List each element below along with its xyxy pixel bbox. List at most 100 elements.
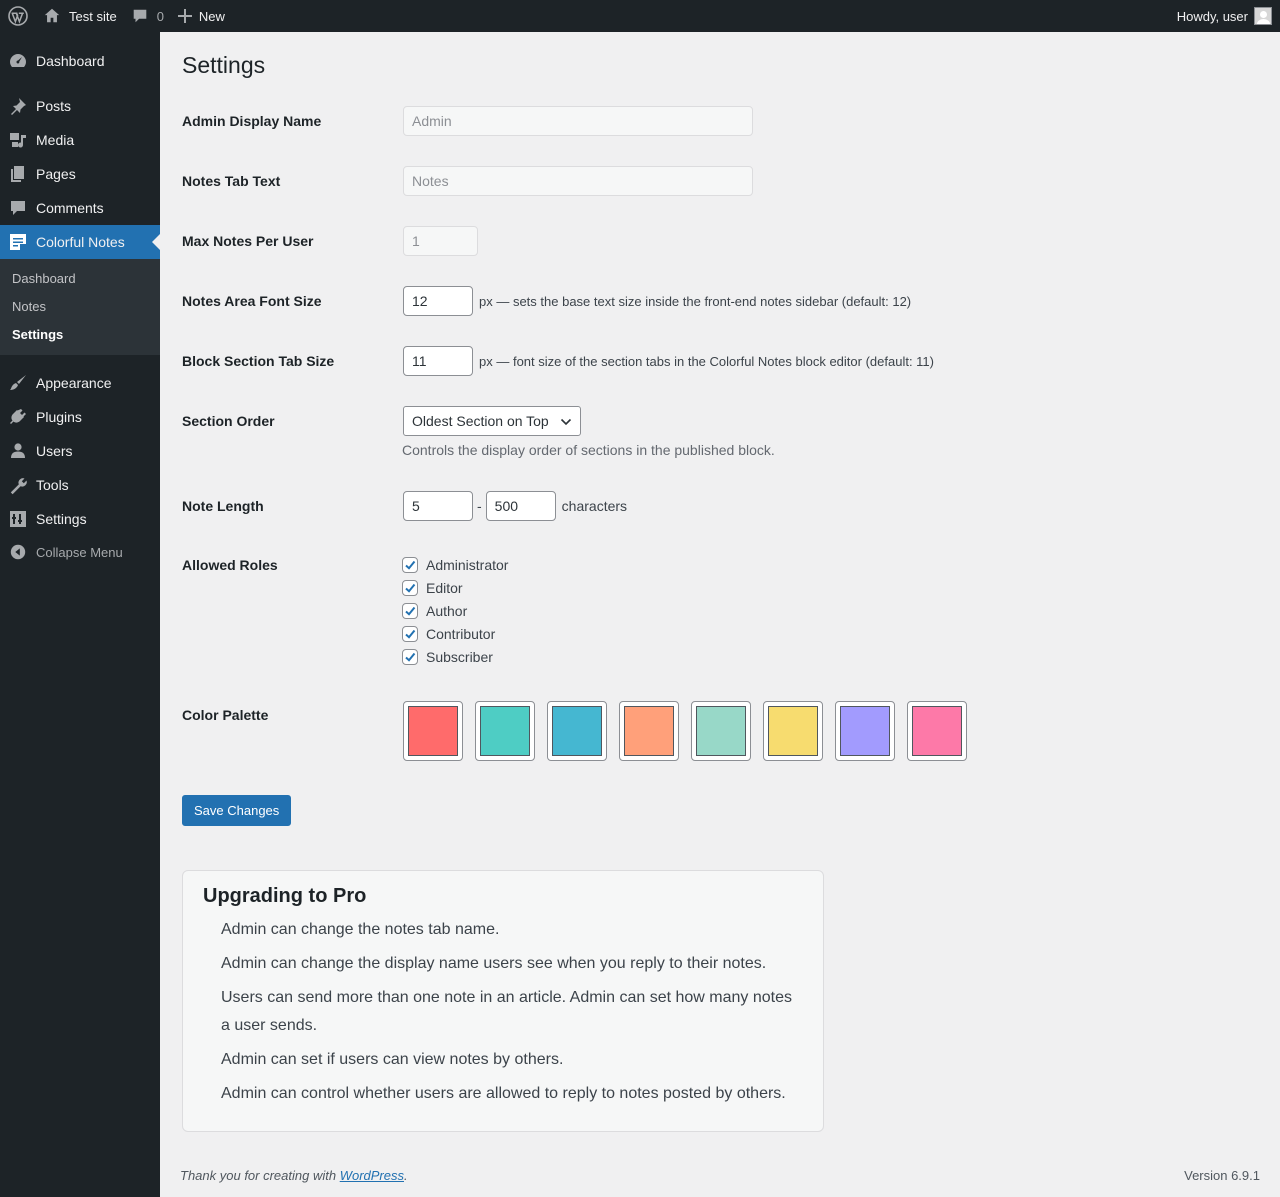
sidebar-item-posts[interactable]: Posts	[0, 89, 160, 123]
submenu-item-settings[interactable]: Settings	[12, 327, 63, 342]
role-contributor[interactable]: Contributor	[402, 622, 508, 645]
home-icon	[44, 8, 60, 23]
color-swatch[interactable]	[691, 701, 751, 761]
role-author[interactable]: Author	[402, 599, 508, 622]
checkbox-checked-icon[interactable]	[402, 556, 418, 573]
sidebar-item-settings[interactable]: Settings	[0, 502, 160, 536]
wordpress-link[interactable]: WordPress	[340, 1168, 404, 1183]
list-item: Admin can set if users can view notes by…	[221, 1051, 564, 1068]
list-item: Admin can control whether users are allo…	[221, 1085, 786, 1102]
sidebar-item-media[interactable]: Media	[0, 123, 160, 157]
color-swatch[interactable]	[403, 701, 463, 761]
sidebar-item-label: Dashboard	[36, 53, 105, 69]
color-swatch[interactable]	[907, 701, 967, 761]
collapse-menu-button[interactable]: Collapse Menu	[0, 541, 160, 563]
color-swatch-fill	[696, 706, 746, 756]
checkbox-checked-icon[interactable]	[402, 602, 418, 619]
pin-icon	[0, 96, 36, 116]
comments-count: 0	[156, 8, 164, 24]
color-swatch[interactable]	[547, 701, 607, 761]
tab-size-description: px — font size of the section tabs in th…	[479, 353, 934, 369]
note-length-min-input[interactable]: 5	[403, 491, 473, 521]
sidebar-item-label: Comments	[36, 200, 104, 216]
sidebar-item-users[interactable]: Users	[0, 434, 160, 468]
colorful-notes-submenu: Dashboard Notes Settings	[0, 259, 160, 355]
footer-thanks-suffix: .	[404, 1168, 408, 1183]
user-icon	[0, 441, 36, 461]
collapse-menu-label: Collapse Menu	[36, 544, 123, 560]
color-swatch[interactable]	[475, 701, 535, 761]
sidebar-item-colorful-notes[interactable]: Colorful Notes	[0, 225, 160, 259]
color-swatch[interactable]	[763, 701, 823, 761]
tab-size-field: 11 px — font size of the section tabs in…	[403, 346, 934, 376]
comment-bubble-icon	[133, 9, 146, 23]
color-swatch-fill	[552, 706, 602, 756]
upgrade-pro-list: Admin can change the notes tab name. Adm…	[221, 916, 801, 1114]
role-administrator[interactable]: Administrator	[402, 553, 508, 576]
color-swatch-fill	[840, 706, 890, 756]
comments-link[interactable]: 0	[124, 0, 171, 32]
section-order-label: Section Order	[182, 413, 275, 429]
sidebar-item-plugins[interactable]: Plugins	[0, 400, 160, 434]
role-label: Editor	[426, 579, 463, 596]
sidebar-item-label: Pages	[36, 166, 76, 182]
color-swatch-fill	[408, 706, 458, 756]
role-label: Administrator	[426, 556, 509, 573]
comment-icon	[0, 198, 36, 218]
submenu-item-notes[interactable]: Notes	[12, 299, 46, 314]
notes-tab-text-label: Notes Tab Text	[182, 173, 281, 189]
checkbox-checked-icon[interactable]	[402, 625, 418, 642]
role-subscriber[interactable]: Subscriber	[402, 645, 508, 668]
sidebar-item-appearance[interactable]: Appearance	[0, 366, 160, 400]
note-length-unit: characters	[561, 498, 628, 514]
color-swatch-fill	[912, 706, 962, 756]
color-swatch[interactable]	[619, 701, 679, 761]
submenu-item-dashboard[interactable]: Dashboard	[12, 271, 76, 286]
max-notes-input[interactable]: 1	[403, 226, 478, 256]
site-name-link[interactable]: Test site	[36, 0, 124, 32]
footer: Thank you for creating with WordPress. V…	[180, 1168, 1260, 1183]
color-swatch-fill	[480, 706, 530, 756]
role-editor[interactable]: Editor	[402, 576, 508, 599]
admin-display-name-input[interactable]: Admin	[403, 106, 753, 136]
sidebar-item-comments[interactable]: Comments	[0, 191, 160, 225]
note-length-field: 5 - 500 characters	[403, 491, 627, 521]
sidebar-item-label: Settings	[36, 511, 87, 527]
note-length-separator: -	[477, 498, 482, 514]
tab-size-input[interactable]: 11	[403, 346, 473, 376]
page-title: Settings	[182, 52, 266, 78]
role-label: Subscriber	[426, 648, 493, 665]
greeting: Howdy, user	[1176, 8, 1248, 24]
wordpress-logo-icon[interactable]	[0, 0, 36, 32]
section-order-select[interactable]: Oldest Section on Top	[403, 406, 581, 436]
note-length-max-input[interactable]: 500	[485, 491, 556, 521]
tab-size-label: Block Section Tab Size	[182, 353, 335, 369]
sidebar-item-dashboard[interactable]: Dashboard	[0, 44, 160, 78]
avatar	[1254, 7, 1272, 25]
color-swatch-fill	[768, 706, 818, 756]
font-size-input[interactable]: 12	[403, 286, 473, 316]
max-notes-label: Max Notes Per User	[182, 233, 314, 249]
color-palette-label: Color Palette	[182, 707, 269, 723]
list-item: Admin can change the display name users …	[221, 955, 767, 972]
my-account-link[interactable]: Howdy, user	[1170, 0, 1280, 32]
sidebar-item-label: Media	[36, 132, 75, 148]
role-label: Contributor	[426, 625, 496, 642]
sidebar-item-tools[interactable]: Tools	[0, 468, 160, 502]
plus-icon	[177, 9, 192, 23]
section-order-field: Oldest Section on Top Controls the displ…	[402, 406, 775, 458]
footer-thanks-prefix: Thank you for creating with	[180, 1168, 340, 1183]
notes-tab-text-input[interactable]: Notes	[403, 166, 753, 196]
footer-thanks: Thank you for creating with WordPress.	[180, 1168, 408, 1183]
admin-display-name-label: Admin Display Name	[182, 113, 322, 129]
collapse-arrow-icon	[0, 543, 36, 561]
upgrade-pro-title: Upgrading to Pro	[203, 885, 367, 907]
chevron-down-icon	[560, 418, 572, 426]
save-changes-button[interactable]: Save Changes	[182, 795, 292, 826]
color-swatch[interactable]	[835, 701, 895, 761]
sidebar-item-pages[interactable]: Pages	[0, 157, 160, 191]
pages-icon	[0, 164, 36, 184]
checkbox-checked-icon[interactable]	[402, 579, 418, 596]
new-content-link[interactable]: New	[171, 0, 232, 32]
checkbox-checked-icon[interactable]	[402, 648, 418, 665]
